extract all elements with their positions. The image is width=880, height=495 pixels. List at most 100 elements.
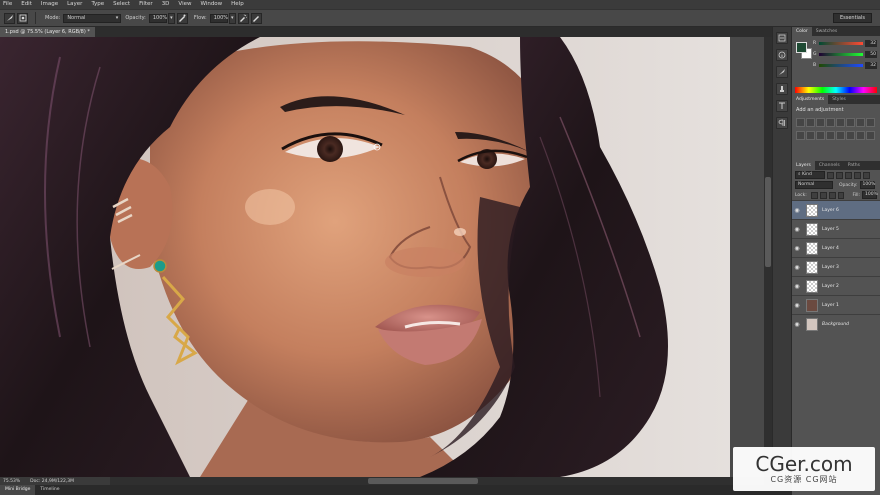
blue-slider[interactable] bbox=[819, 63, 863, 67]
canvas-area[interactable] bbox=[0, 37, 730, 477]
eye-icon[interactable]: ◉ bbox=[792, 207, 802, 214]
menu-edit[interactable]: Edit bbox=[21, 0, 32, 9]
blue-value-input[interactable]: 32 bbox=[865, 61, 877, 69]
pressure-opacity-toggle[interactable] bbox=[176, 12, 188, 24]
color-lookup-icon[interactable] bbox=[816, 131, 825, 140]
workspace-switcher[interactable]: Essentials bbox=[832, 13, 872, 23]
menu-bar: File Edit Image Layer Type Select Filter… bbox=[0, 0, 880, 9]
green-slider[interactable] bbox=[819, 52, 863, 56]
eye-icon[interactable]: ◉ bbox=[792, 226, 802, 233]
layer-row-layer-4[interactable]: ◉ Layer 4 bbox=[792, 238, 880, 257]
lock-all-icon[interactable] bbox=[837, 191, 845, 199]
filter-type-icon[interactable] bbox=[845, 171, 852, 179]
curves-icon[interactable] bbox=[816, 118, 825, 127]
layers-panel-tabs: Layers Channels Paths bbox=[792, 161, 880, 170]
foreground-color-swatch[interactable] bbox=[796, 42, 807, 53]
vibrance-icon[interactable] bbox=[836, 118, 845, 127]
clone-source-button[interactable] bbox=[776, 83, 788, 95]
threshold-icon[interactable] bbox=[846, 131, 855, 140]
tab-styles[interactable]: Styles bbox=[828, 95, 850, 104]
exposure-icon[interactable] bbox=[826, 118, 835, 127]
opacity-input[interactable]: 100% bbox=[148, 13, 167, 23]
opacity-slider-toggle[interactable]: ▾ bbox=[167, 12, 175, 24]
red-value-input[interactable]: 32 bbox=[865, 39, 877, 47]
hue-saturation-icon[interactable] bbox=[846, 118, 855, 127]
menu-layer[interactable]: Layer bbox=[67, 0, 82, 9]
filter-shape-icon[interactable] bbox=[854, 171, 861, 179]
eye-icon[interactable]: ◉ bbox=[792, 302, 802, 309]
zoom-readout[interactable]: 75.53% bbox=[3, 479, 20, 484]
tab-channels[interactable]: Channels bbox=[815, 161, 844, 170]
gradient-map-icon[interactable] bbox=[856, 131, 865, 140]
tab-paths[interactable]: Paths bbox=[844, 161, 864, 170]
color-balance-icon[interactable] bbox=[856, 118, 865, 127]
tab-color[interactable]: Color bbox=[792, 27, 812, 36]
lock-image-icon[interactable] bbox=[819, 191, 827, 199]
horizontal-scrollbar[interactable] bbox=[110, 477, 764, 485]
menu-view[interactable]: View bbox=[178, 0, 191, 9]
lock-transparent-icon[interactable] bbox=[810, 191, 818, 199]
posterize-icon[interactable] bbox=[836, 131, 845, 140]
scrollbar-thumb[interactable] bbox=[765, 177, 771, 267]
menu-file[interactable]: File bbox=[3, 0, 12, 9]
character-panel-button[interactable] bbox=[776, 100, 788, 112]
red-slider[interactable] bbox=[819, 41, 863, 45]
paragraph-panel-button[interactable] bbox=[776, 117, 788, 129]
menu-filter[interactable]: Filter bbox=[139, 0, 153, 9]
lock-position-icon[interactable] bbox=[828, 191, 836, 199]
layer-row-layer-1[interactable]: ◉ Layer 1 bbox=[792, 295, 880, 314]
menu-help[interactable]: Help bbox=[231, 0, 244, 9]
document-tab[interactable]: 1.psd @ 75.5% (Layer 6, RGB/8) * bbox=[0, 27, 95, 37]
layer-row-layer-3[interactable]: ◉ Layer 3 bbox=[792, 257, 880, 276]
menu-window[interactable]: Window bbox=[200, 0, 222, 9]
levels-icon[interactable] bbox=[806, 118, 815, 127]
brightness-contrast-icon[interactable] bbox=[796, 118, 805, 127]
menu-type[interactable]: Type bbox=[91, 0, 104, 9]
history-panel-button[interactable] bbox=[776, 32, 788, 44]
menu-3d[interactable]: 3D bbox=[162, 0, 170, 9]
invert-icon[interactable] bbox=[826, 131, 835, 140]
airbrush-icon bbox=[240, 14, 248, 22]
photo-filter-icon[interactable] bbox=[796, 131, 805, 140]
flow-slider-toggle[interactable]: ▾ bbox=[228, 12, 236, 24]
properties-panel-button[interactable] bbox=[776, 49, 788, 61]
fill-input[interactable]: 100% bbox=[862, 191, 878, 199]
airbrush-toggle[interactable] bbox=[237, 12, 249, 24]
eye-icon[interactable]: ◉ bbox=[792, 321, 802, 328]
brush-panel-toggle[interactable] bbox=[17, 12, 28, 24]
filter-adjustment-icon[interactable] bbox=[836, 171, 843, 179]
menu-image[interactable]: Image bbox=[41, 0, 58, 9]
tab-swatches[interactable]: Swatches bbox=[812, 27, 842, 36]
menu-select[interactable]: Select bbox=[113, 0, 130, 9]
mode-value: Normal bbox=[67, 14, 86, 21]
scrollbar-thumb[interactable] bbox=[368, 478, 478, 484]
layer-row-layer-5[interactable]: ◉ Layer 5 bbox=[792, 219, 880, 238]
tab-adjustments[interactable]: Adjustments bbox=[792, 95, 829, 104]
brush-preset-picker[interactable] bbox=[4, 12, 15, 24]
layer-opacity-input[interactable]: 100% bbox=[859, 181, 875, 189]
brush-presets-button[interactable] bbox=[776, 66, 788, 78]
layer-row-layer-6[interactable]: ◉ Layer 6 bbox=[792, 200, 880, 219]
layer-row-background[interactable]: ◉ Background bbox=[792, 314, 880, 333]
pressure-size-toggle[interactable] bbox=[250, 12, 262, 24]
black-white-icon[interactable] bbox=[866, 118, 875, 127]
selective-color-icon[interactable] bbox=[866, 131, 875, 140]
color-spectrum-ramp[interactable] bbox=[795, 87, 877, 93]
eye-icon[interactable]: ◉ bbox=[792, 283, 802, 290]
layer-row-layer-2[interactable]: ◉ Layer 2 bbox=[792, 276, 880, 295]
eye-icon[interactable]: ◉ bbox=[792, 264, 802, 271]
eye-icon[interactable]: ◉ bbox=[792, 245, 802, 252]
channel-mixer-icon[interactable] bbox=[806, 131, 815, 140]
tab-mini-bridge[interactable]: Mini Bridge bbox=[0, 485, 36, 495]
layer-kind-filter[interactable]: ⌕ Kind bbox=[795, 171, 825, 179]
tab-layers[interactable]: Layers bbox=[792, 161, 815, 170]
tab-timeline[interactable]: Timeline bbox=[35, 485, 64, 495]
green-value-input[interactable]: 50 bbox=[865, 50, 877, 58]
blend-mode-dropdown[interactable]: Normal bbox=[795, 181, 833, 189]
vertical-scrollbar[interactable] bbox=[764, 37, 772, 477]
mode-dropdown[interactable]: Normal ▾ bbox=[63, 13, 122, 23]
filter-pixel-icon[interactable] bbox=[827, 171, 834, 179]
filter-smart-object-icon[interactable] bbox=[863, 171, 870, 179]
flow-input[interactable]: 100% bbox=[209, 13, 228, 23]
canvas-pasteboard bbox=[730, 37, 764, 477]
